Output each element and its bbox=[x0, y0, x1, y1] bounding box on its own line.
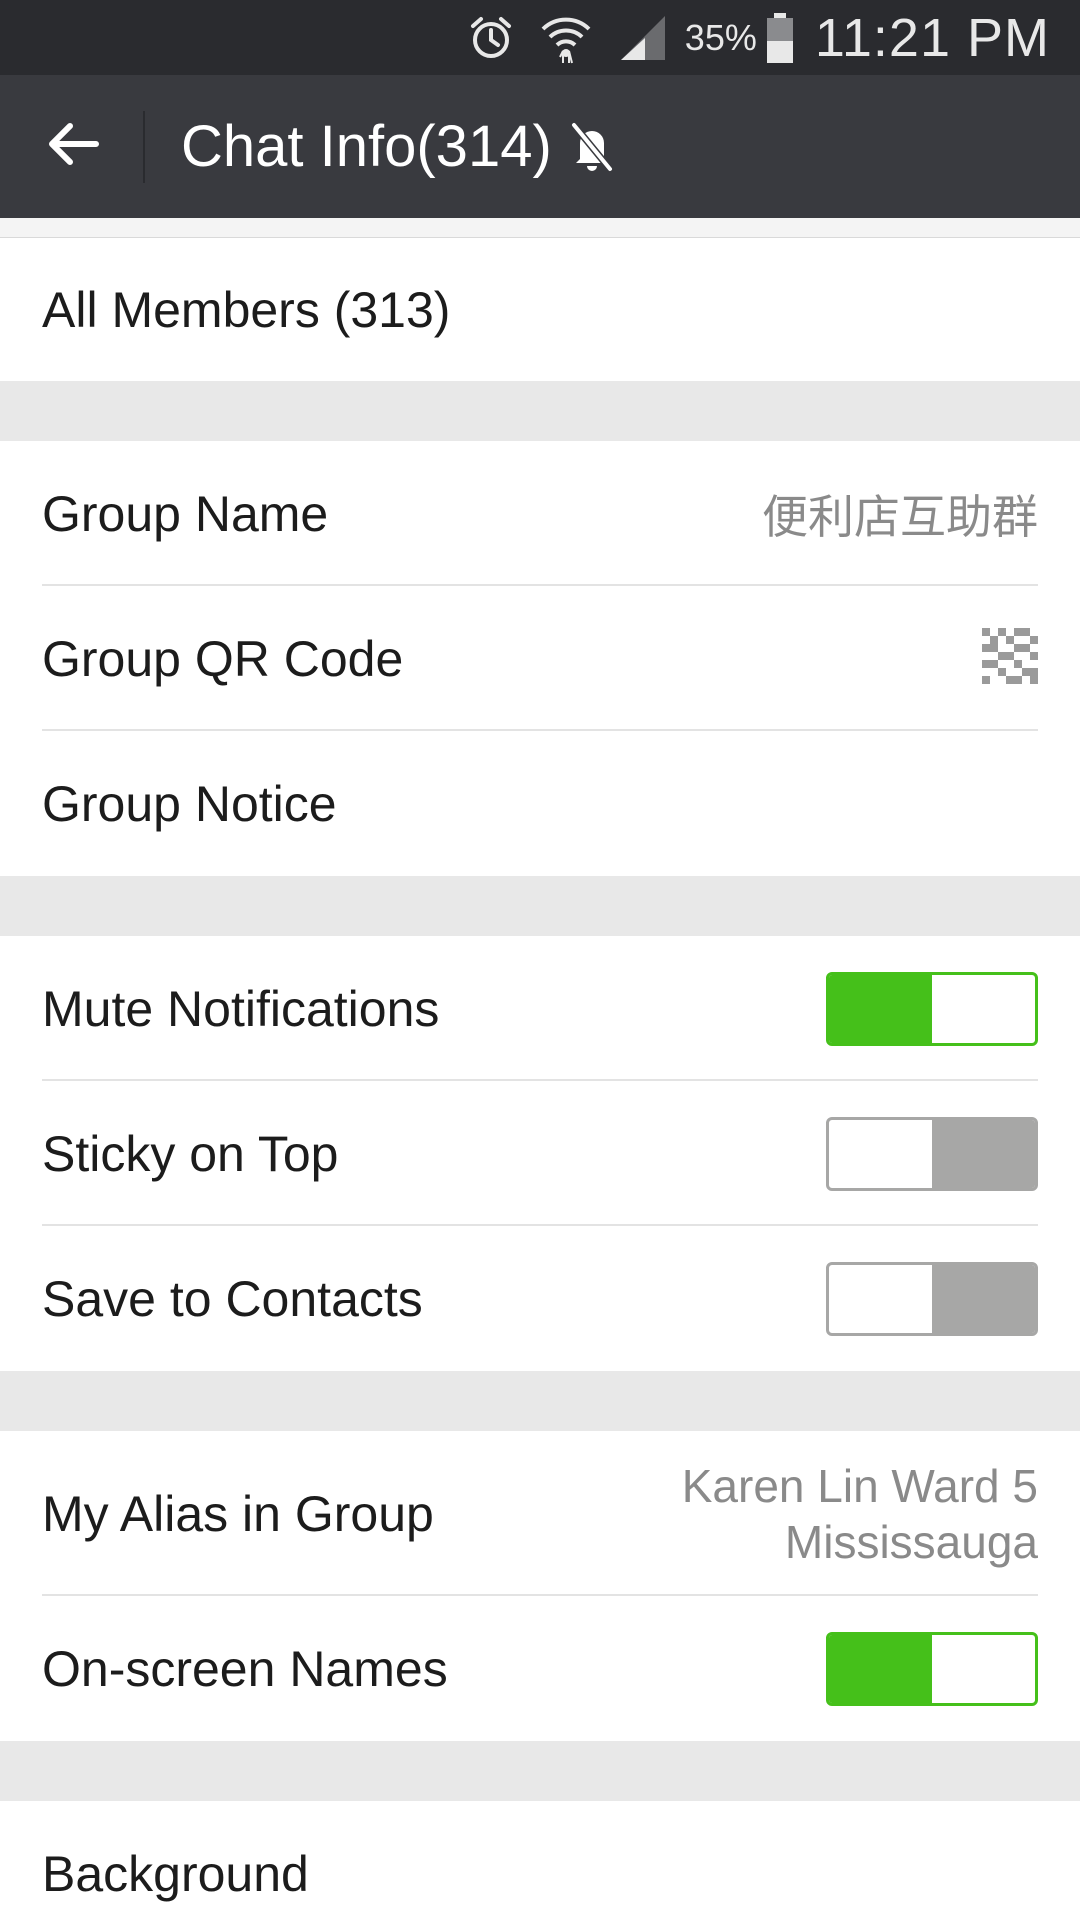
on-screen-names-row: On-screen Names bbox=[0, 1596, 1080, 1741]
clock: 11:21 PM bbox=[814, 7, 1050, 68]
alarm-icon bbox=[467, 14, 515, 62]
members-group: All Members (313) bbox=[0, 238, 1080, 381]
signal-icon bbox=[617, 12, 669, 64]
mute-notifications-row: Mute Notifications bbox=[0, 936, 1080, 1081]
background-row[interactable]: Background bbox=[0, 1801, 1080, 1920]
toggle-thumb bbox=[932, 1634, 1035, 1703]
my-alias-row[interactable]: My Alias in Group Karen Lin Ward 5 Missi… bbox=[0, 1431, 1080, 1596]
group-name-row[interactable]: Group Name 便利店互助群 bbox=[0, 441, 1080, 586]
app-bar: Chat Info(314) bbox=[0, 75, 1080, 218]
on-screen-names-label: On-screen Names bbox=[42, 1640, 448, 1697]
group-notice-label: Group Notice bbox=[42, 775, 337, 832]
status-bar: 35% 11:21 PM bbox=[0, 0, 1080, 75]
qr-code-icon bbox=[982, 628, 1038, 689]
on-screen-names-toggle[interactable] bbox=[826, 1631, 1038, 1706]
section-gap bbox=[0, 1371, 1080, 1431]
group-qr-row[interactable]: Group QR Code bbox=[0, 586, 1080, 731]
page-title: Chat Info(314) bbox=[181, 114, 552, 179]
section-gap bbox=[0, 1741, 1080, 1801]
bell-off-icon bbox=[568, 121, 616, 173]
toggle-thumb bbox=[829, 1119, 932, 1188]
mute-notifications-label: Mute Notifications bbox=[42, 980, 440, 1037]
my-alias-value: Karen Lin Ward 5 Mississauga bbox=[682, 1458, 1038, 1570]
battery-percent: 35% bbox=[684, 16, 757, 58]
back-arrow-icon bbox=[44, 120, 100, 173]
wifi-icon bbox=[539, 11, 593, 65]
background-section: Background bbox=[0, 1801, 1080, 1920]
toggle-thumb bbox=[932, 974, 1035, 1043]
all-members-row[interactable]: All Members (313) bbox=[0, 238, 1080, 381]
my-alias-value-line1: Karen Lin Ward 5 bbox=[681, 1459, 1038, 1512]
save-to-contacts-row: Save to Contacts bbox=[0, 1226, 1080, 1371]
section-gap bbox=[0, 876, 1080, 936]
battery-icon bbox=[765, 11, 795, 65]
list-top-edge bbox=[0, 218, 1080, 238]
chat-info-list: All Members (313) Group Name 便利店互助群 Grou… bbox=[0, 218, 1080, 1920]
group-qr-label: Group QR Code bbox=[42, 630, 404, 687]
save-to-contacts-label: Save to Contacts bbox=[42, 1270, 423, 1327]
save-to-contacts-toggle[interactable] bbox=[826, 1261, 1038, 1336]
toggle-track bbox=[829, 1634, 932, 1703]
group-info-section: Group Name 便利店互助群 Group QR Code Group No… bbox=[0, 441, 1080, 876]
background-label: Background bbox=[42, 1845, 309, 1902]
sticky-on-top-label: Sticky on Top bbox=[42, 1125, 339, 1182]
group-name-value: 便利店互助群 bbox=[762, 490, 1038, 543]
sticky-on-top-row: Sticky on Top bbox=[0, 1081, 1080, 1226]
toggle-track bbox=[829, 974, 932, 1043]
toggle-track bbox=[932, 1264, 1035, 1333]
settings-section: Mute Notifications Sticky on Top Save to… bbox=[0, 936, 1080, 1371]
group-name-label: Group Name bbox=[42, 485, 329, 542]
my-alias-label: My Alias in Group bbox=[42, 1485, 434, 1542]
mute-notifications-toggle[interactable] bbox=[826, 971, 1038, 1046]
my-alias-value-line2: Mississauga bbox=[784, 1515, 1038, 1568]
group-notice-row[interactable]: Group Notice bbox=[0, 731, 1080, 876]
section-gap bbox=[0, 381, 1080, 441]
all-members-label: All Members (313) bbox=[42, 281, 451, 338]
alias-section: My Alias in Group Karen Lin Ward 5 Missi… bbox=[0, 1431, 1080, 1741]
toggle-thumb bbox=[829, 1264, 932, 1333]
back-button[interactable] bbox=[0, 110, 145, 183]
toggle-track bbox=[932, 1119, 1035, 1188]
sticky-on-top-toggle[interactable] bbox=[826, 1116, 1038, 1191]
